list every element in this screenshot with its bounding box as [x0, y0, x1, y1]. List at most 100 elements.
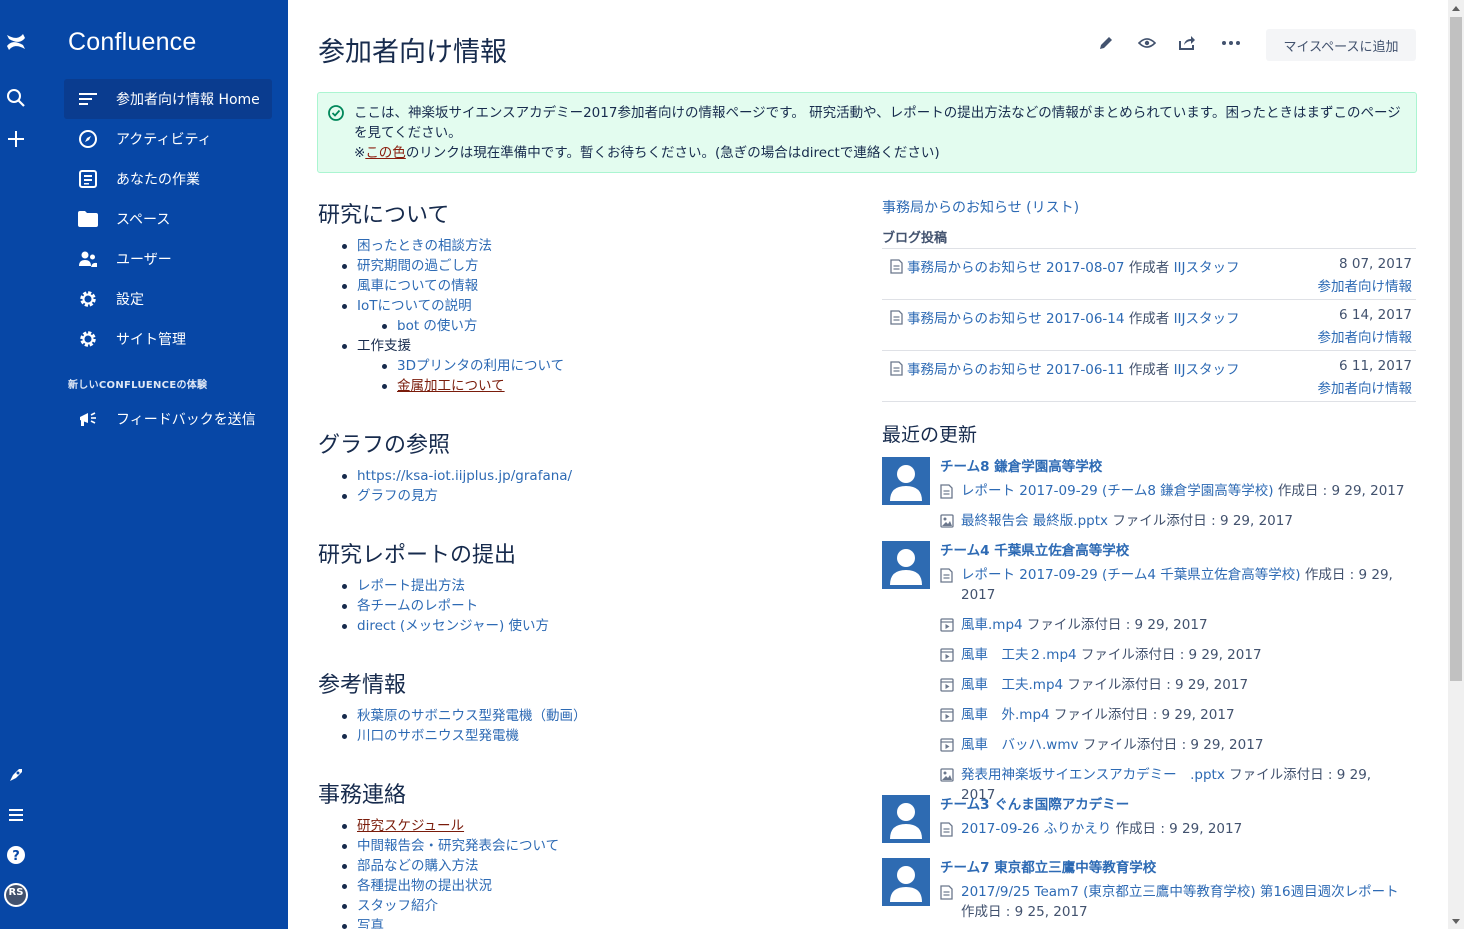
update-title[interactable]: 風車 外.mp4: [961, 707, 1050, 723]
blog-post-space[interactable]: 参加者向け情報: [1318, 326, 1413, 346]
scrollbar[interactable]: [1448, 0, 1464, 929]
link-iot-explanation[interactable]: IoTについての説明: [357, 298, 472, 314]
link-research-period[interactable]: 研究期間の過ごし方: [357, 258, 479, 274]
office-links: 研究スケジュール 中間報告会・研究発表会について 部品などの購入方法 各種提出物…: [338, 816, 559, 929]
update-title[interactable]: 2017-09-26 ふりかえり: [961, 821, 1111, 837]
edit-icon[interactable]: [1094, 32, 1118, 54]
sidebar-item-label: サイト管理: [116, 332, 186, 348]
list-item: direct (メッセンジャー) 使い方: [338, 616, 549, 636]
update-title[interactable]: 発表用神楽坂サイエンスアカデミー .pptx: [961, 767, 1225, 783]
sidebar-item-feedback[interactable]: フィードバックを送信: [64, 399, 272, 439]
link-staff-intro[interactable]: スタッフ紹介: [357, 898, 438, 914]
update-title[interactable]: レポート 2017-09-29 (チーム8 鎌倉学園高等学校): [961, 483, 1274, 499]
link-report-submission[interactable]: レポート提出方法: [357, 578, 465, 594]
blog-post-title[interactable]: 事務局からのお知らせ 2017-06-14: [907, 311, 1124, 327]
team-link[interactable]: チーム3 ぐんま国際アカデミー: [940, 793, 1129, 813]
gear-icon: [78, 289, 98, 309]
link-submission-status[interactable]: 各種提出物の提出状況: [357, 878, 492, 894]
blog-post-author[interactable]: IIJスタッフ: [1174, 362, 1240, 378]
sidebar-item-label: あなたの作業: [116, 172, 200, 188]
link-direct-usage[interactable]: direct (メッセンジャー) 使い方: [357, 618, 549, 634]
avatar[interactable]: [882, 858, 930, 906]
search-icon[interactable]: [0, 83, 32, 113]
blog-post-author[interactable]: IIJスタッフ: [1174, 260, 1240, 276]
sidebar-item-activity[interactable]: アクティビティ: [64, 119, 272, 159]
link-kawaguchi-savonius[interactable]: 川口のサボニウス型発電機: [357, 728, 519, 744]
menu-icon[interactable]: [0, 800, 32, 830]
blog-post-title[interactable]: 事務局からのお知らせ 2017-06-11: [907, 362, 1124, 378]
info-note: ※この色のリンクは現在準備中です。暫くお待ちください。(急ぎの場合はdirect…: [354, 143, 1402, 163]
update-meta: 作成日 : 9 25, 2017: [961, 904, 1088, 920]
update-title[interactable]: レポート 2017-09-29 (チーム4 千葉県立佐倉高等学校): [961, 567, 1301, 583]
link-consultation[interactable]: 困ったときの相談方法: [357, 238, 492, 254]
link-team-reports[interactable]: 各チームのレポート: [357, 598, 478, 614]
link-akihabara-savonius[interactable]: 秋葉原のサボニウス型発電機（動画）: [357, 708, 587, 724]
sidebar-item-site-admin[interactable]: サイト管理: [64, 319, 272, 359]
sidebar-item-your-work[interactable]: あなたの作業: [64, 159, 272, 199]
video-file-icon: [940, 738, 954, 758]
update-title[interactable]: 最終報告会 最終版.pptx: [961, 513, 1108, 529]
link-3d-printer[interactable]: 3Dプリンタの利用について: [397, 358, 564, 374]
avatar[interactable]: [882, 795, 930, 843]
update-title[interactable]: 風車 工夫２.mp4: [961, 647, 1077, 663]
scroll-up-arrow-icon[interactable]: [1448, 0, 1464, 16]
list-item: グラフの見方: [338, 486, 572, 506]
link-graph-howto[interactable]: グラフの見方: [357, 488, 438, 504]
help-icon[interactable]: ?: [0, 840, 32, 870]
sidebar-item-space-home[interactable]: 参加者向け情報 Home: [64, 79, 272, 119]
divider: [882, 401, 1416, 402]
video-file-icon: [940, 618, 954, 638]
blog-post-space[interactable]: 参加者向け情報: [1318, 377, 1413, 397]
avatar[interactable]: [882, 457, 930, 505]
avatar[interactable]: [882, 541, 930, 589]
page-icon: [940, 822, 953, 843]
blog-post-author[interactable]: IIJスタッフ: [1174, 311, 1240, 327]
add-to-myspace-button[interactable]: マイスペースに追加: [1266, 29, 1416, 61]
recent-updates-heading: 最近の更新: [882, 424, 978, 446]
link-photos[interactable]: 写真: [357, 918, 384, 929]
scrollbar-thumb[interactable]: [1450, 17, 1462, 681]
rocket-icon[interactable]: [0, 760, 32, 790]
sidebar-item-people[interactable]: ユーザー: [64, 239, 272, 279]
link-research-schedule[interactable]: 研究スケジュール: [357, 818, 464, 834]
team-link[interactable]: チーム7 東京都立三鷹中等教育学校: [940, 856, 1156, 876]
scroll-down-arrow-icon[interactable]: [1448, 913, 1464, 929]
link-grafana[interactable]: https://ksa-iot.iijplus.jp/grafana/: [357, 468, 572, 484]
blog-page-icon: [890, 259, 903, 278]
watch-icon[interactable]: [1135, 32, 1159, 54]
sidebar-item-settings[interactable]: 設定: [64, 279, 272, 319]
list-item: 各種提出物の提出状況: [338, 876, 559, 896]
page-content: 参加者向け情報 マイスペースに追加 ここは、神楽坂サイエンスアカデミー2017参…: [288, 0, 1448, 929]
link-presentation-info[interactable]: 中間報告会・研究発表会について: [357, 838, 559, 854]
update-title[interactable]: 風車.mp4: [961, 617, 1023, 633]
list-item: 各チームのレポート: [338, 596, 549, 616]
list-item: bot の使い方: [338, 316, 564, 336]
team-link[interactable]: チーム4 千葉県立佐倉高等学校: [940, 539, 1129, 559]
link-purchase-method[interactable]: 部品などの購入方法: [357, 858, 479, 874]
link-bot-usage[interactable]: bot の使い方: [397, 318, 477, 334]
blog-post-space[interactable]: 参加者向け情報: [1318, 275, 1413, 295]
section-title-report: 研究レポートの提出: [318, 543, 517, 568]
info-note-prefix: ※: [354, 145, 366, 161]
update-title[interactable]: 風車 バッハ.wmv: [961, 737, 1078, 753]
list-item: 秋葉原のサボニウス型発電機（動画）: [338, 706, 587, 726]
list-item: 川口のサボニウス型発電機: [338, 726, 587, 746]
user-avatar[interactable]: RS: [0, 880, 32, 910]
confluence-logo-icon[interactable]: [0, 27, 32, 57]
sidebar-item-spaces[interactable]: スペース: [64, 199, 272, 239]
list-item: 3Dプリンタの利用について: [338, 356, 564, 376]
link-metal-work[interactable]: 金属加工について: [397, 378, 505, 394]
product-name[interactable]: Confluence: [68, 28, 196, 57]
news-list-link[interactable]: 事務局からのお知らせ (リスト): [882, 197, 1079, 217]
update-title[interactable]: 風車 工夫.mp4: [961, 677, 1063, 693]
update-title[interactable]: 2017/9/25 Team7 (東京都立三鷹中等教育学校) 第16週目週次レポ…: [961, 884, 1399, 900]
link-windmill-info[interactable]: 風車についての情報: [357, 278, 478, 294]
create-icon[interactable]: [0, 124, 32, 154]
sidebar-item-label: 設定: [116, 292, 144, 308]
share-icon[interactable]: [1175, 32, 1199, 54]
list-item: 風車 外.mp4 ファイル添付日 : 9 29, 2017: [940, 705, 1406, 725]
team-link[interactable]: チーム8 鎌倉学園高等学校: [940, 455, 1102, 475]
list-item: スタッフ紹介: [338, 896, 559, 916]
blog-post-title[interactable]: 事務局からのお知らせ 2017-08-07: [907, 260, 1124, 276]
more-actions-icon[interactable]: [1219, 32, 1243, 54]
